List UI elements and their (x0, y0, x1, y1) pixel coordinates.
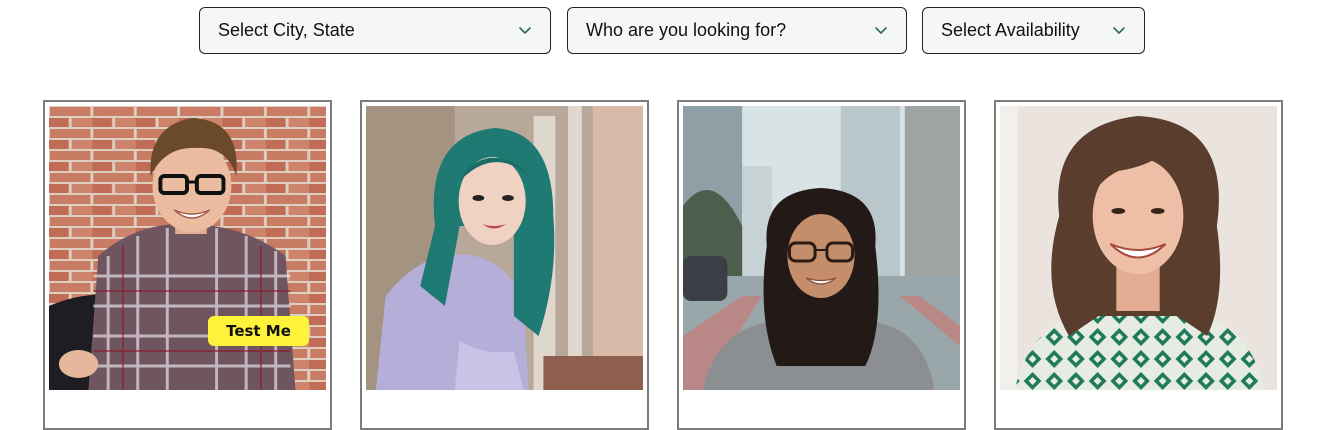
profile-card[interactable]: Test Me (43, 100, 332, 430)
profile-photo (1000, 106, 1277, 390)
city-state-select[interactable]: Select City, State (199, 7, 551, 54)
availability-select[interactable]: Select Availability (922, 7, 1145, 54)
chevron-down-icon (1112, 26, 1126, 35)
availability-select-label: Select Availability (941, 20, 1080, 40)
profile-card[interactable] (677, 100, 966, 430)
test-me-button[interactable]: Test Me (208, 316, 309, 346)
chevron-down-icon (518, 26, 532, 35)
profile-photo (366, 106, 643, 390)
city-state-select-label: Select City, State (218, 20, 355, 40)
profile-card[interactable] (994, 100, 1283, 430)
chevron-down-icon (874, 26, 888, 35)
profile-card[interactable] (360, 100, 649, 430)
looking-for-select[interactable]: Who are you looking for? (567, 7, 907, 54)
profile-photo (683, 106, 960, 390)
looking-for-select-label: Who are you looking for? (586, 20, 787, 40)
profile-photo (49, 106, 326, 390)
